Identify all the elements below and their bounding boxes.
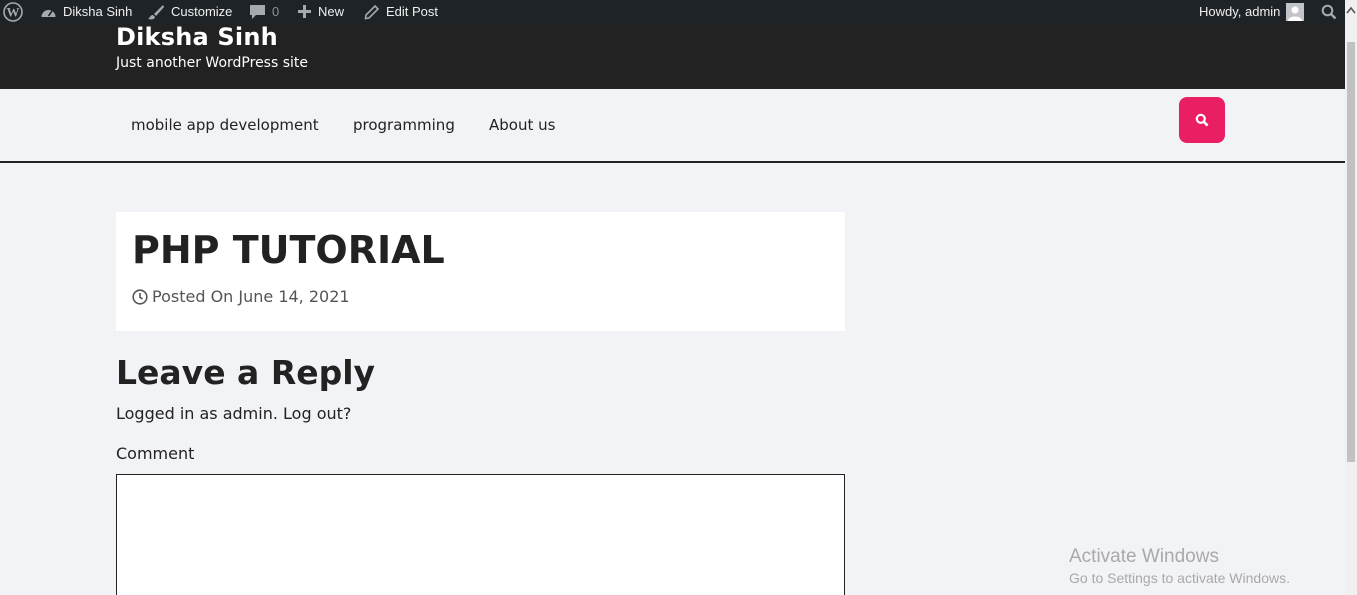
activate-windows-watermark: Activate Windows Go to Settings to activ… xyxy=(1069,546,1290,586)
plus-icon xyxy=(298,5,311,18)
clock-icon xyxy=(132,288,148,305)
post-title: PHP TUTORIAL xyxy=(132,228,445,272)
pencil-icon xyxy=(364,4,380,19)
comments-link[interactable]: 0 xyxy=(249,0,279,23)
customize-label: Customize xyxy=(171,4,233,19)
site-tagline: Just another WordPress site xyxy=(116,55,309,71)
reply-title: Leave a Reply xyxy=(116,353,376,392)
watermark-title: Activate Windows xyxy=(1069,546,1219,567)
site-title[interactable]: Diksha Sinh xyxy=(116,23,278,51)
comment-icon xyxy=(250,4,265,19)
nav-item-mobile-app-development[interactable]: mobile app development xyxy=(131,116,319,134)
new-content-link[interactable]: New xyxy=(297,0,344,23)
nav-item-about-us[interactable]: About us xyxy=(489,116,555,134)
wordpress-logo-button[interactable]: W xyxy=(3,0,23,23)
site-name-label: Diksha Sinh xyxy=(63,4,133,19)
search-icon xyxy=(1321,4,1337,19)
comments-count: 0 xyxy=(272,4,280,19)
scrollbar-thumb[interactable] xyxy=(1347,42,1355,462)
wordpress-icon: W xyxy=(3,1,23,22)
comment-textarea[interactable] xyxy=(116,474,845,595)
howdy-label: Howdy, admin xyxy=(1199,4,1281,19)
nav-item-programming[interactable]: programming xyxy=(353,116,455,134)
new-label: New xyxy=(318,4,345,19)
site-header: Diksha Sinh Just another WordPress site xyxy=(0,23,1345,89)
my-account-link[interactable]: Howdy, admin xyxy=(1199,0,1305,23)
dashboard-icon xyxy=(41,9,56,17)
admin-bar: W Diksha Sinh Customize 0 New Edit Post xyxy=(0,0,1345,23)
edit-post-link[interactable]: Edit Post xyxy=(364,0,438,23)
brush-icon xyxy=(148,4,164,19)
comment-label: Comment xyxy=(116,444,195,463)
post-header-card: PHP TUTORIAL Posted On June 14, 2021 xyxy=(116,212,845,331)
admin-search-button[interactable] xyxy=(1321,0,1337,23)
search-button[interactable] xyxy=(1179,97,1225,143)
search-icon xyxy=(1195,113,1209,127)
post-meta: Posted On June 14, 2021 xyxy=(132,287,350,306)
main-navigation: mobile app development programming About… xyxy=(0,89,1345,163)
edit-post-label: Edit Post xyxy=(386,4,439,19)
customize-link[interactable]: Customize xyxy=(147,0,232,23)
watermark-subtitle: Go to Settings to activate Windows. xyxy=(1069,570,1290,586)
site-name-link[interactable]: Diksha Sinh xyxy=(40,0,132,23)
page-scrollbar[interactable] xyxy=(1345,0,1357,595)
scroll-up-arrow-icon[interactable] xyxy=(1345,6,1357,18)
avatar xyxy=(1286,2,1305,21)
post-date[interactable]: Posted On June 14, 2021 xyxy=(152,287,350,306)
svg-text:W: W xyxy=(7,4,20,19)
logged-in-as[interactable]: Logged in as admin. Log out? xyxy=(116,404,351,423)
